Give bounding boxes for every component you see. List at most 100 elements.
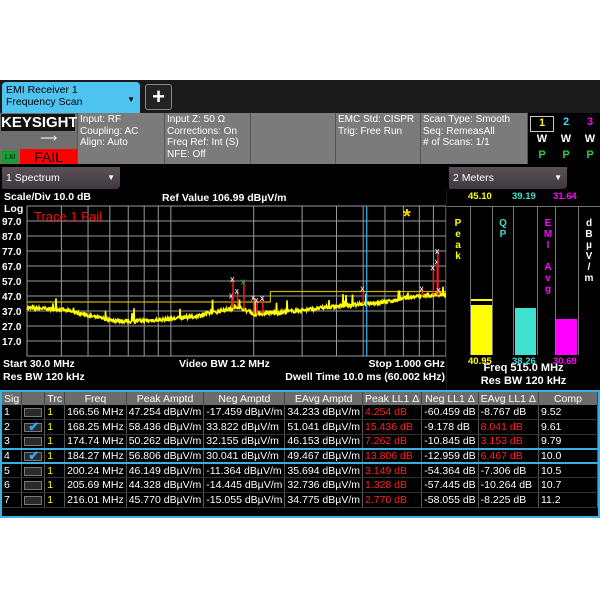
column-header[interactable]: EAvg Amptd — [284, 392, 363, 405]
meter-divider — [513, 206, 514, 355]
add-screen-button[interactable]: + — [145, 84, 172, 110]
input-z-label: Input Z: 50 Ω — [167, 114, 226, 125]
peak-cell: 44.328 dBµV/m — [126, 477, 205, 494]
row-checkbox[interactable] — [24, 407, 43, 417]
signal-marker[interactable]: x — [435, 246, 440, 256]
trace-2-mode[interactable]: W — [554, 133, 578, 145]
y-tick-label: 87.0 — [2, 232, 22, 243]
neg-d-cell: -54.364 dB — [421, 463, 479, 479]
empty-settings — [250, 113, 335, 164]
spectrum-window[interactable]: Scale/Div 10.0 dB Ref Value 106.99 dBµV/… — [0, 190, 446, 390]
scan-settings[interactable]: Scan Type: Smooth Seq: RemeasAll # of Sc… — [420, 113, 527, 164]
checkbox-cell[interactable] — [21, 434, 46, 450]
video-bw-label[interactable]: Video BW 1.2 MHz — [179, 358, 270, 370]
peak-d-cell: 3.149 dB — [362, 463, 423, 479]
trace-cell: 1 — [44, 434, 66, 450]
signal-marker[interactable]: x — [436, 285, 441, 295]
eavg-cell: 49.467 dBµV/m — [284, 447, 363, 465]
column-header[interactable]: Sig — [2, 392, 23, 405]
signal-marker[interactable]: x — [260, 293, 265, 303]
table-row[interactable]: 1 1 166.56 MHz 47.254 dBµV/m -17.459 dBµV/m 3… — [2, 405, 598, 421]
checkbox-cell[interactable] — [21, 477, 46, 494]
column-header[interactable]: Peak LL1 Δ — [362, 392, 423, 405]
column-header[interactable]: Trc — [44, 392, 66, 405]
emc-settings[interactable]: EMC Std: CISPR Trig: Free Run — [335, 113, 420, 164]
trace-3-number[interactable]: 3 — [578, 116, 600, 128]
tab-emi-receiver[interactable]: EMI Receiver 1 Frequency Scan ▼ — [2, 82, 140, 113]
input-z-settings[interactable]: Input Z: 50 Ω Corrections: On Freq Ref: … — [164, 113, 250, 164]
peak-cell: 56.806 dBµV/m — [126, 447, 205, 465]
row-checkbox[interactable] — [24, 495, 43, 505]
column-header[interactable] — [21, 392, 46, 405]
signal-marker[interactable]: x — [419, 283, 424, 293]
table-row[interactable]: 7 1 216.01 MHz 45.770 dBµV/m -15.055 dBµV/m 3… — [2, 492, 598, 508]
signal-marker[interactable]: x — [254, 295, 259, 305]
trace-2-detector[interactable]: P — [554, 149, 578, 161]
trace-1-number[interactable]: 1 — [530, 116, 554, 132]
trace-indicator[interactable]: 1WP2WP3WP — [527, 113, 600, 164]
stop-freq-label[interactable]: Stop 1.000 GHz — [369, 358, 445, 370]
comp-cell: 10.7 — [538, 477, 598, 494]
meters-window-dropdown[interactable]: 2 Meters ▼ — [449, 167, 567, 189]
meter-unit-label: d B µ V / m — [584, 218, 594, 284]
trace-1-mode[interactable]: W — [530, 133, 554, 145]
table-row[interactable]: 6 1 205.69 MHz 44.328 dBµV/m -14.445 dBµV/m 3… — [2, 477, 598, 494]
signal-marker[interactable]: x — [230, 274, 235, 284]
row-checkbox[interactable] — [24, 466, 43, 476]
start-freq-label[interactable]: Start 30.0 MHz — [3, 358, 75, 370]
input-settings[interactable]: Input: RF Coupling: AC Align: Auto — [77, 113, 164, 164]
row-checkbox[interactable] — [24, 436, 43, 446]
res-bw-label[interactable]: Res BW 120 kHz — [3, 371, 85, 383]
trace-3-mode[interactable]: W — [578, 133, 600, 145]
signal-marker[interactable]: x — [360, 283, 365, 293]
peak-d-cell: 1.328 dB — [362, 477, 423, 494]
signal-marker[interactable]: x — [235, 286, 240, 296]
trace-1-detector[interactable]: P — [530, 149, 554, 161]
row-checkbox[interactable] — [24, 480, 43, 490]
trace-2-number[interactable]: 2 — [554, 116, 578, 128]
row-checkbox[interactable]: ✔ — [24, 419, 43, 434]
meter-current-value: 40.95 — [468, 356, 492, 367]
trace-3-detector[interactable]: P — [578, 149, 600, 161]
signal-marker[interactable]: x — [241, 276, 246, 286]
dropdown-arrow-icon: ▼ — [107, 173, 115, 182]
scan-count-label: # of Scans: 1/1 — [423, 137, 490, 148]
column-header[interactable]: Comp — [538, 392, 598, 405]
table-row[interactable]: 5 1 200.24 MHz 46.149 dBµV/m -11.364 dBµV/m 3… — [2, 463, 598, 479]
peak-cell: 47.254 dBµV/m — [126, 405, 205, 421]
table-row[interactable]: 4 ✔ 1 184.27 MHz 56.806 dBµV/m 30.041 dBµV/m 4… — [2, 447, 598, 465]
column-header[interactable]: Neg LL1 Δ — [421, 392, 479, 405]
sig-cell: 1 — [2, 405, 23, 421]
column-header[interactable]: Peak Amptd — [126, 392, 205, 405]
eavg-d-cell: 8.041 dB — [478, 419, 539, 435]
column-header[interactable]: Neg Amptd — [203, 392, 286, 405]
meter-frame — [447, 206, 600, 207]
dwell-time-label[interactable]: Dwell Time 10.0 ms (60.002 kHz) — [285, 371, 445, 383]
column-header[interactable]: EAvg LL1 Δ — [478, 392, 539, 405]
checkbox-cell[interactable] — [21, 492, 46, 508]
meters-window[interactable]: Freq 515.0 MHz Res BW 120 kHz 45.10 40.95… — [447, 190, 600, 390]
trace-cell: 1 — [44, 419, 66, 435]
nfe-label: NFE: Off — [167, 148, 206, 160]
comp-cell: 9.79 — [538, 434, 598, 450]
meters-window-label: 2 Meters — [453, 172, 494, 184]
checkbox-cell[interactable]: ✔ — [21, 419, 46, 435]
tab-subtitle: Frequency Scan — [6, 96, 83, 108]
peak-cell: 46.149 dBµV/m — [126, 463, 205, 479]
table-row[interactable]: 2 ✔ 1 168.25 MHz 58.436 dBµV/m 33.822 dBµV/m 5… — [2, 419, 598, 435]
checkmark-icon: ✔ — [28, 419, 40, 434]
eavg-d-cell: 6.467 dB — [478, 447, 539, 465]
scan-type-label: Scan Type: Smooth — [423, 114, 511, 125]
signal-list-table[interactable]: Sig Trc Freq Peak Amptd Neg Amptd EAvg Amptd P… — [0, 390, 600, 518]
table-row[interactable]: 3 1 174.74 MHz 50.262 dBµV/m 32.155 dBµV/m 46… — [2, 434, 598, 450]
checkbox-cell[interactable] — [21, 463, 46, 479]
row-checkbox[interactable]: ✔ — [24, 451, 43, 461]
column-header[interactable]: Freq — [64, 392, 127, 405]
checkbox-cell[interactable]: ✔ — [21, 447, 46, 465]
spectrum-window-dropdown[interactable]: 1 Spectrum ▼ — [2, 167, 120, 189]
checkbox-cell[interactable] — [21, 405, 46, 421]
emi-receiver-app: EMI Receiver 1 Frequency Scan ▼ + KEYSIG… — [0, 80, 600, 518]
meter-max-hold-line — [556, 319, 577, 322]
eavg-cell: 34.775 dBµV/m — [284, 492, 363, 508]
plus-icon: + — [152, 84, 165, 109]
